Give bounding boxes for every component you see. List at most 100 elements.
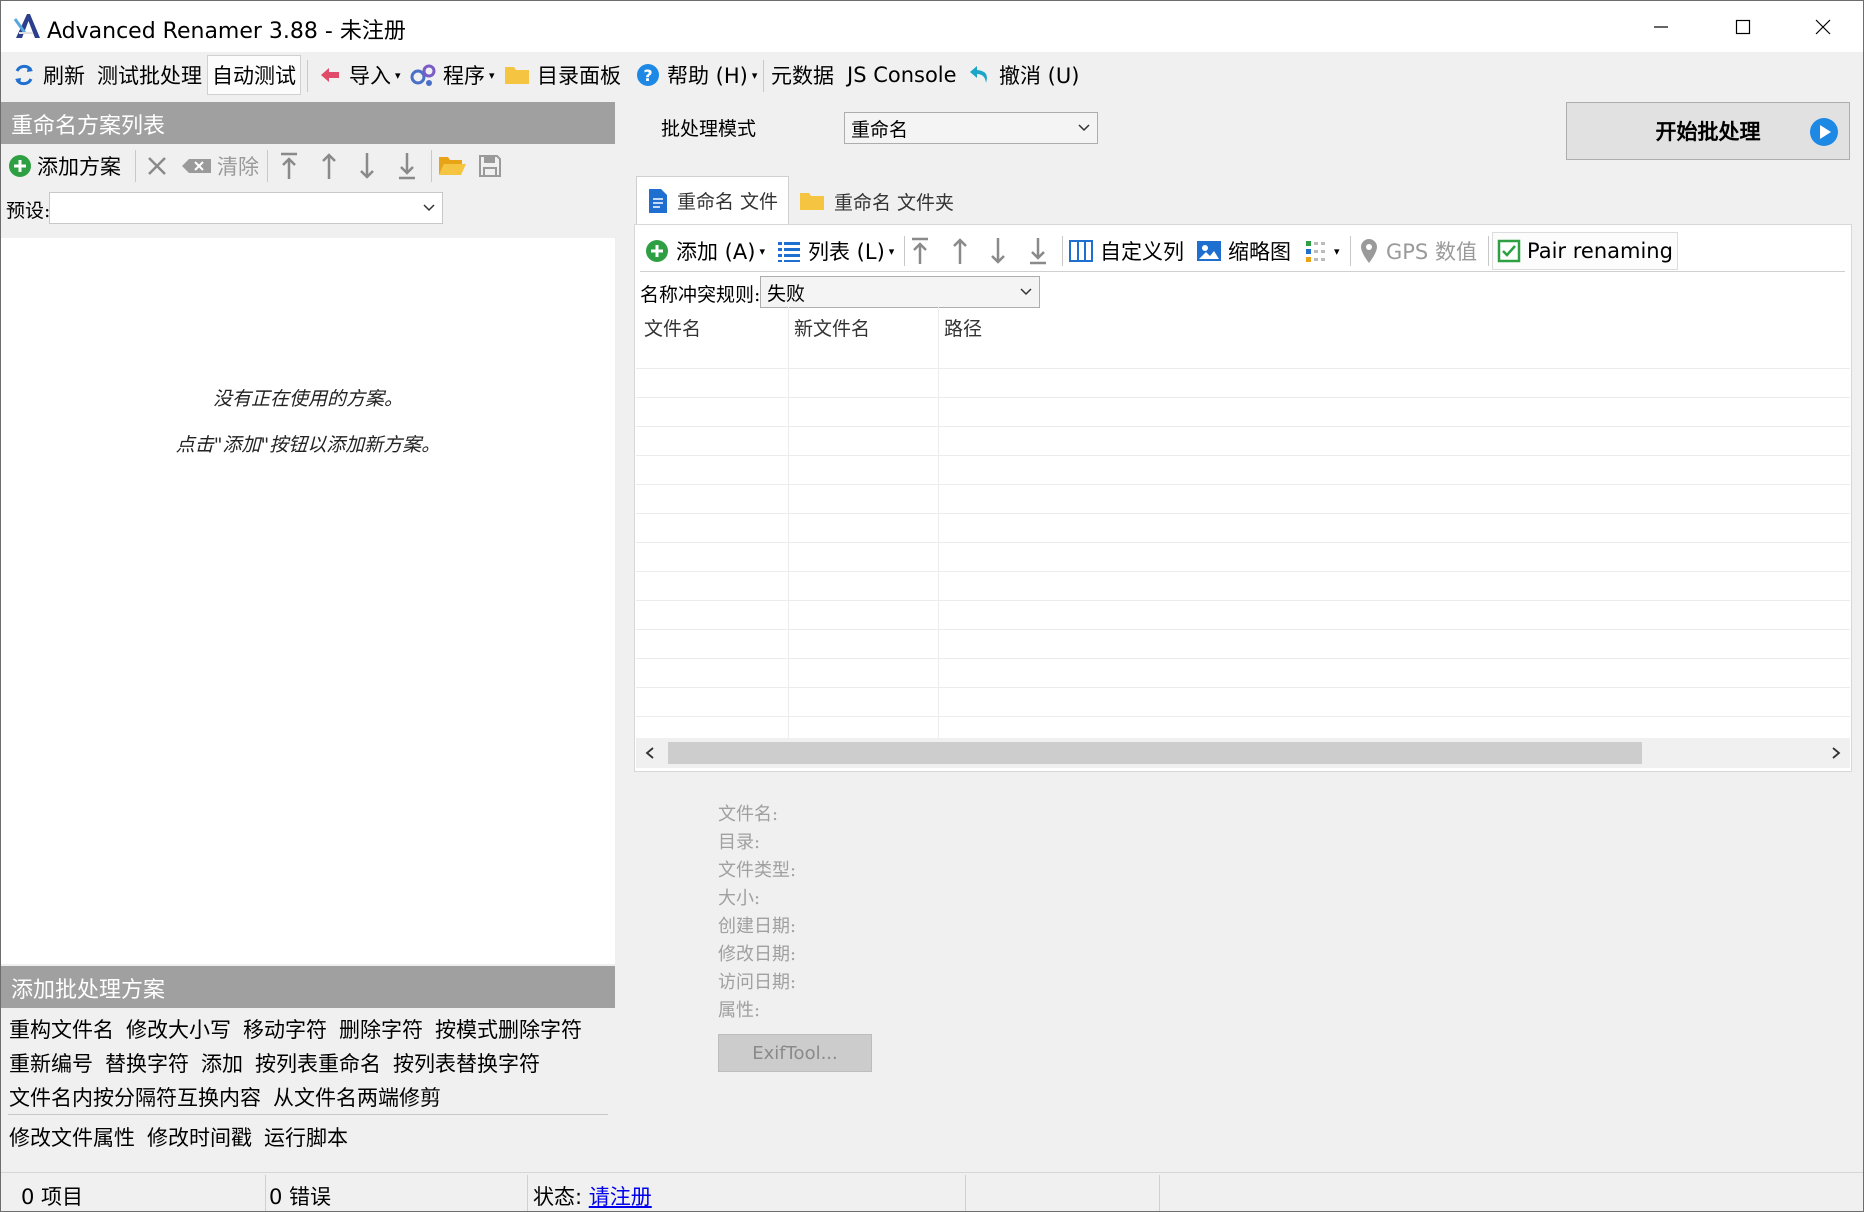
method-link[interactable]: 添加 [201, 1048, 243, 1080]
undo-icon [970, 66, 987, 83]
tab-folders-label: 重命名 文件夹 [834, 191, 955, 214]
js-console-button[interactable]: JS Console [843, 55, 961, 95]
custom-columns-label: 自定义列 [1100, 240, 1184, 264]
refresh-button[interactable]: 刷新 [7, 55, 89, 95]
folder-icon [505, 67, 529, 84]
exiftool-button[interactable]: ExifTool... [718, 1034, 872, 1072]
files-move-up-button[interactable] [948, 232, 972, 270]
move-to-bottom-button[interactable] [395, 148, 419, 184]
grid-row-line [636, 513, 1850, 514]
import-button[interactable]: 导入 ▾ [313, 55, 405, 95]
tab-rename-files[interactable]: 重命名 文件 [636, 176, 790, 224]
gps-values-button[interactable]: GPS 数值 [1358, 232, 1477, 270]
move-up-button[interactable] [317, 148, 341, 184]
move-to-top-button[interactable] [277, 148, 301, 184]
files-toolbar: 添加 (A) ▾ 列表 (L) ▾ 自定义列 缩略图 ▾ GPS 数值 Pair… [640, 230, 1845, 272]
test-batch-button[interactable]: 测试批处理 [93, 55, 206, 95]
grid-row-line [636, 716, 1850, 717]
grid-row-line [636, 600, 1850, 601]
arrow-up-icon [953, 238, 967, 264]
scrollbar-thumb[interactable] [668, 742, 1642, 764]
toolbar-separator [904, 236, 905, 266]
conflict-rule-value: 失败 [767, 282, 806, 305]
minimize-button[interactable] [1621, 1, 1701, 53]
info-created-label: 创建日期: [718, 916, 797, 937]
method-link[interactable]: 文件名内按分隔符互换内容 [9, 1082, 261, 1114]
arrow-up-icon [322, 153, 336, 179]
files-move-to-top-button[interactable] [908, 232, 932, 270]
method-link[interactable]: 按模式删除字符 [435, 1014, 582, 1046]
custom-columns-button[interactable]: 自定义列 [1068, 232, 1184, 270]
files-move-down-button[interactable] [986, 232, 1010, 270]
list-button[interactable]: 列表 (L) ▾ [776, 232, 894, 270]
method-link[interactable]: 运行脚本 [264, 1122, 348, 1154]
arrow-bottom-icon [399, 153, 415, 180]
image-icon [1197, 241, 1221, 261]
add-method-label: 添加方案 [37, 155, 121, 179]
view-options-button[interactable]: ▾ [1304, 232, 1340, 270]
method-link[interactable]: 修改文件属性 [9, 1122, 135, 1154]
method-link[interactable]: 按列表替换字符 [393, 1048, 540, 1080]
chevron-down-icon [423, 204, 435, 212]
app-logo-icon [13, 14, 40, 38]
add-files-button[interactable]: 添加 (A) ▾ [644, 232, 765, 270]
program-button[interactable]: 程序 ▾ [405, 55, 499, 95]
column-header-path[interactable]: 路径 [944, 314, 982, 341]
status-separator [1159, 1175, 1160, 1211]
register-link[interactable]: 请注册 [589, 1185, 652, 1209]
info-size-label: 大小: [718, 888, 761, 909]
method-link[interactable]: 按列表重命名 [255, 1048, 381, 1080]
pair-renaming-toggle[interactable]: Pair renaming [1492, 232, 1678, 270]
column-header-filename[interactable]: 文件名 [644, 314, 701, 341]
files-move-to-bottom-button[interactable] [1026, 232, 1050, 270]
help-label: 帮助 (H) [667, 64, 748, 88]
maximize-button[interactable] [1703, 1, 1783, 53]
method-list[interactable]: 没有正在使用的方案。 点击"添加"按钮以添加新方案。 [1, 238, 615, 964]
add-method-button[interactable]: 添加方案 [7, 148, 121, 184]
auto-test-toggle[interactable]: 自动测试 [207, 55, 301, 95]
help-button[interactable]: ? 帮助 (H) ▾ [631, 55, 761, 95]
scroll-left-icon[interactable] [644, 746, 656, 760]
add-batch-method-header: 添加批处理方案 [1, 966, 615, 1008]
method-link[interactable]: 重构文件名 [9, 1014, 114, 1046]
tab-rename-folders[interactable]: 重命名 文件夹 [788, 178, 964, 224]
methods-row-4: 修改文件属性 修改时间戳 运行脚本 [9, 1122, 348, 1154]
remove-method-button[interactable] [145, 148, 169, 184]
add-icon [9, 155, 31, 177]
batch-mode-select[interactable]: 重命名 [844, 112, 1098, 144]
undo-button[interactable]: 撤消 (U) [963, 55, 1083, 95]
empty-message-line2: 点击"添加"按钮以添加新方案。 [175, 434, 441, 456]
move-down-button[interactable] [355, 148, 379, 184]
method-link[interactable]: 替换字符 [105, 1048, 189, 1080]
open-preset-button[interactable] [437, 148, 467, 184]
method-link[interactable]: 修改时间戳 [147, 1122, 252, 1154]
method-list-toolbar: 添加方案 清除 [1, 146, 615, 188]
auto-test-label: 自动测试 [212, 64, 296, 88]
method-link[interactable]: 从文件名两端修剪 [273, 1082, 441, 1114]
metadata-button[interactable]: 元数据 [767, 55, 838, 95]
directory-panel-button[interactable]: 目录面板 [499, 55, 625, 95]
preset-select[interactable] [49, 192, 443, 224]
column-header-new-filename[interactable]: 新文件名 [794, 314, 870, 341]
empty-message-line1: 没有正在使用的方案。 [212, 388, 403, 410]
close-button[interactable] [1783, 1, 1863, 53]
preset-label: 预设: [6, 200, 51, 222]
add-files-label: 添加 (A) [676, 240, 756, 264]
directory-panel-label: 目录面板 [537, 64, 621, 88]
status-separator [265, 1175, 266, 1211]
conflict-rule-select[interactable]: 失败 [760, 276, 1040, 308]
metadata-label: 元数据 [771, 64, 834, 88]
start-batch-button[interactable]: 开始批处理 [1566, 102, 1850, 160]
grid-row-line [636, 426, 1850, 427]
method-link[interactable]: 重新编号 [9, 1048, 93, 1080]
method-link[interactable]: 修改大小写 [126, 1014, 231, 1046]
clear-methods-button[interactable]: 清除 [181, 148, 259, 184]
folder-open-icon [439, 157, 466, 175]
info-directory-label: 目录: [718, 832, 761, 853]
scroll-right-icon[interactable] [1830, 746, 1842, 760]
method-link[interactable]: 移动字符 [243, 1014, 327, 1046]
horizontal-scrollbar[interactable] [636, 738, 1850, 768]
thumbnail-button[interactable]: 缩略图 [1196, 232, 1291, 270]
method-link[interactable]: 删除字符 [339, 1014, 423, 1046]
save-preset-button[interactable] [477, 148, 503, 184]
